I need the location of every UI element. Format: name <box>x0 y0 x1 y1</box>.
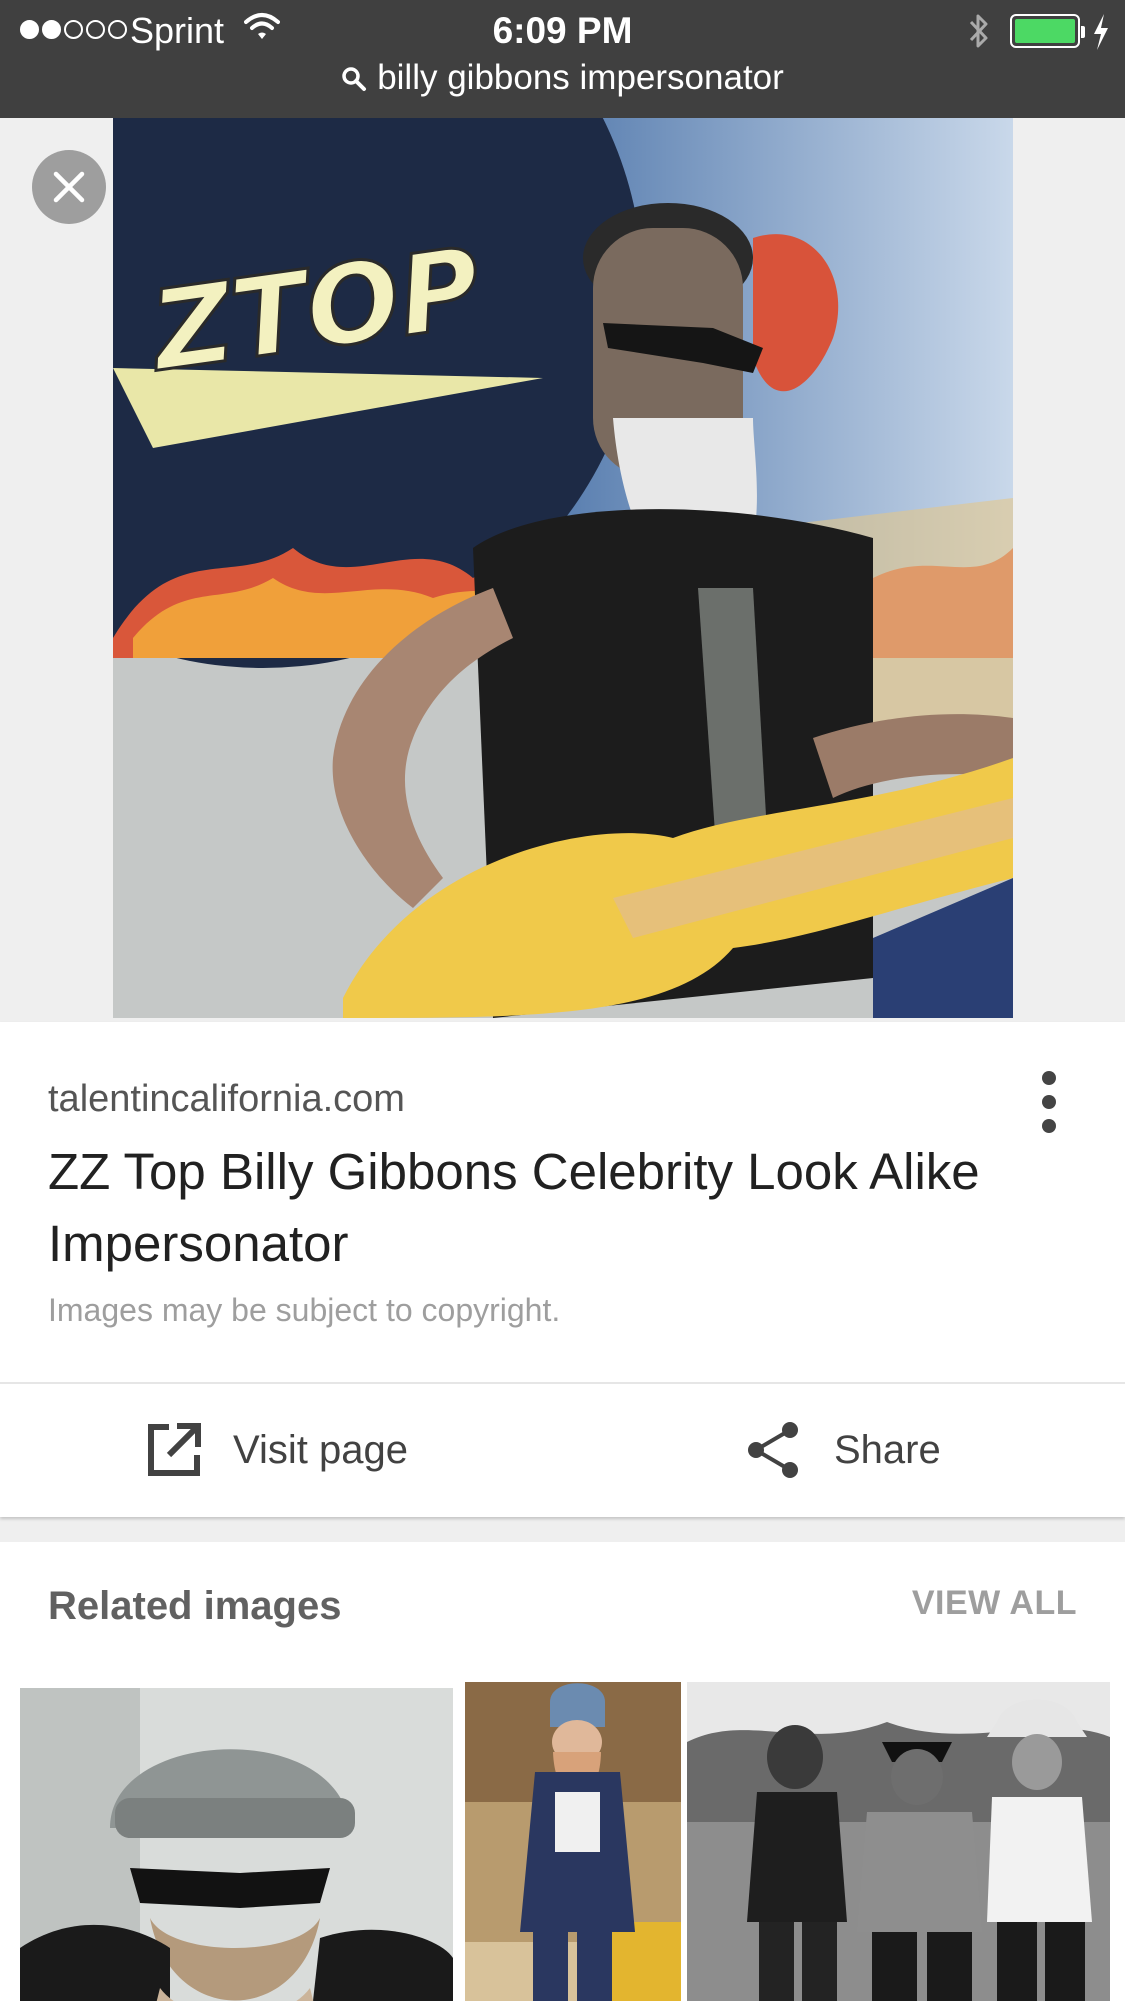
source-domain[interactable]: talentincalifornia.com <box>48 1078 405 1121</box>
search-icon <box>342 67 367 91</box>
status-bar: Sprint 6:09 PM billy gibbons impersonato… <box>0 0 1125 118</box>
result-title[interactable]: ZZ Top Billy Gibbons Celebrity Look Alik… <box>48 1136 1008 1280</box>
search-query-bar[interactable]: billy gibbons impersonator <box>0 58 1125 98</box>
related-images-section: Related images VIEW ALL <box>0 1542 1125 2001</box>
divider <box>0 1382 1125 1384</box>
search-query-text: billy gibbons impersonator <box>377 58 784 97</box>
close-button[interactable] <box>32 150 106 224</box>
battery-icon <box>1010 14 1080 48</box>
related-image-thumbnail[interactable] <box>687 1682 1110 2001</box>
view-all-button[interactable]: VIEW ALL <box>912 1584 1077 1623</box>
clock: 6:09 PM <box>492 10 633 51</box>
bluetooth-icon <box>966 12 992 55</box>
related-image-thumbnail[interactable] <box>20 1688 453 2001</box>
image-info-card: talentincalifornia.com ZZ Top Billy Gibb… <box>0 1022 1125 1517</box>
share-button[interactable]: Share <box>744 1414 941 1486</box>
share-icon <box>748 1422 798 1478</box>
visit-page-button[interactable]: Visit page <box>145 1414 408 1486</box>
visit-page-label: Visit page <box>233 1427 408 1472</box>
related-images-heading: Related images <box>48 1584 342 1628</box>
more-vert-icon <box>1042 1071 1056 1085</box>
close-icon <box>53 171 85 203</box>
main-image[interactable]: ZTOP <box>113 118 1013 1018</box>
share-label: Share <box>834 1427 941 1472</box>
open-in-new-icon <box>148 1423 201 1476</box>
charging-icon <box>1092 14 1110 55</box>
copyright-notice: Images may be subject to copyright. <box>48 1292 561 1328</box>
more-options-button[interactable] <box>1025 1067 1073 1137</box>
image-viewer: ZTOP <box>0 118 1125 1020</box>
related-image-thumbnail[interactable] <box>465 1682 681 2001</box>
battery-nub <box>1081 26 1085 38</box>
